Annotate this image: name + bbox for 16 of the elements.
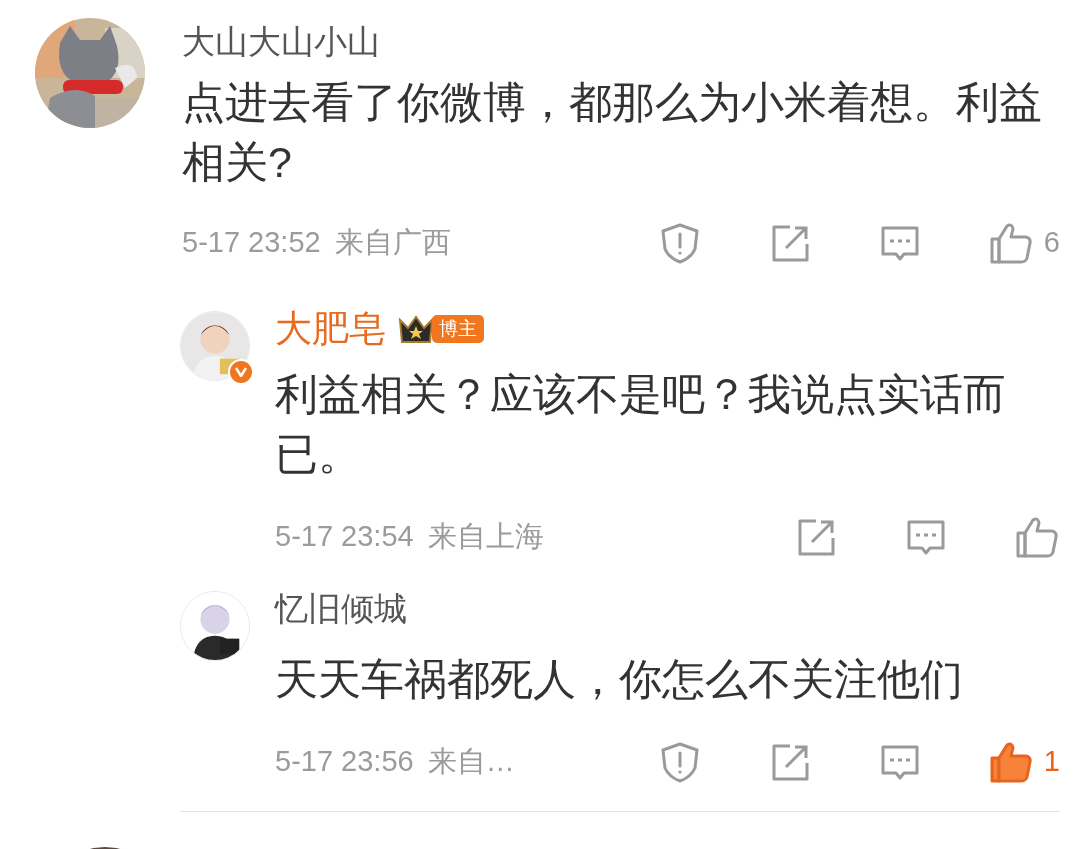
like-count: 1 <box>1043 744 1060 780</box>
reply-text: 天天车祸都死人，你怎么不关注他们 <box>275 654 964 705</box>
crown-icon <box>398 314 434 344</box>
timestamp: 5-17 23:52 <box>182 225 321 261</box>
timestamp: 5-17 23:54 <box>275 519 414 555</box>
location-label: 来自广西 <box>334 225 451 261</box>
location-label: 来自… <box>427 744 515 780</box>
user-name[interactable]: 忆旧倾城 <box>275 584 407 634</box>
timestamp: 5-17 23:56 <box>275 744 414 780</box>
reply-text: 利益相关？应该不是吧？我说点实话而已。 <box>275 369 1007 480</box>
blogger-badge: 博主 <box>432 315 484 343</box>
user-name[interactable]: 大山大山小山 <box>182 17 380 67</box>
location-label: 来自上海 <box>427 519 544 555</box>
verified-badge-icon <box>228 359 254 385</box>
like-count: 6 <box>1043 225 1060 261</box>
comment-text: 点进去看了你微博，都那么为小米着想。利益相关? <box>182 77 1043 188</box>
